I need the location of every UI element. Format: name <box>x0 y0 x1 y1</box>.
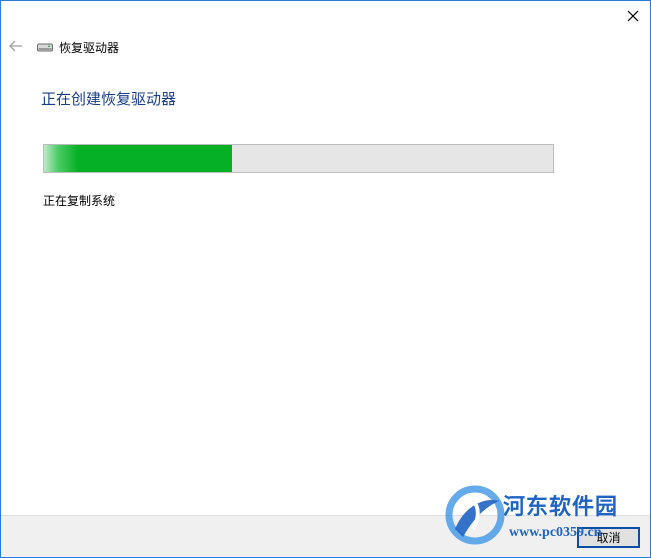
drive-icon <box>37 41 53 53</box>
back-button[interactable] <box>7 37 25 55</box>
progress-bar-fill <box>44 145 233 172</box>
window-title: 恢复驱动器 <box>59 40 120 55</box>
close-icon <box>627 10 639 22</box>
footer-bar: 取消 <box>1 515 650 557</box>
cancel-button[interactable]: 取消 <box>577 527 640 548</box>
back-arrow-icon <box>9 40 22 52</box>
recovery-drive-window: 恢复驱动器 正在创建恢复驱动器 正在复制系统 取消 河东软件园 www.pc03… <box>0 0 651 558</box>
page-heading: 正在创建恢复驱动器 <box>41 90 177 108</box>
progress-bar <box>43 144 554 173</box>
status-text: 正在复制系统 <box>43 194 116 208</box>
close-button[interactable] <box>616 1 650 31</box>
window-title-bar: 恢复驱动器 <box>37 39 119 55</box>
